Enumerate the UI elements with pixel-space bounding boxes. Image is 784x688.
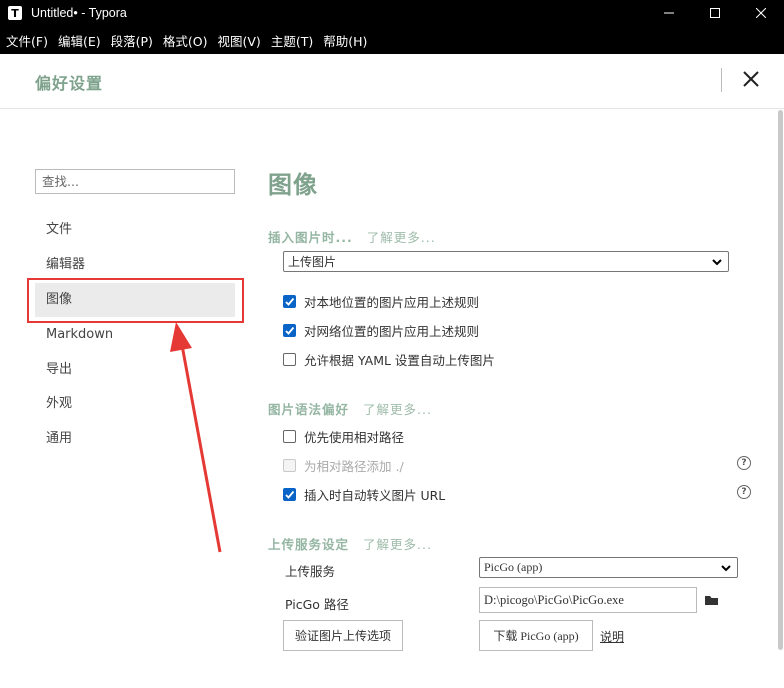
checkbox-local-images[interactable]: [283, 295, 296, 308]
preferences-header: 偏好设置: [0, 54, 784, 109]
preferences-title: 偏好设置: [35, 74, 104, 93]
help-icon[interactable]: ?: [737, 485, 751, 499]
image-syntax-heading: 图片语法偏好 了解更多...: [268, 399, 432, 418]
insert-image-select[interactable]: 上传图片: [283, 251, 729, 272]
learn-more-link[interactable]: 了解更多...: [363, 399, 432, 418]
sidebar-item-editor[interactable]: 编辑器: [35, 248, 235, 282]
close-preferences-button[interactable]: [738, 66, 764, 92]
option-dot-slash: 为相对路径添加 ./: [283, 456, 404, 475]
checkbox-network-images[interactable]: [283, 324, 296, 337]
option-yaml-upload[interactable]: 允许根据 YAML 设置自动上传图片: [283, 350, 495, 369]
checkbox-escape-url[interactable]: [283, 488, 296, 501]
upload-service-select[interactable]: PicGo (app): [479, 557, 738, 578]
picgo-path-input[interactable]: D:\picogo\PicGo\PicGo.exe: [479, 587, 697, 613]
option-network-images-label: 对网络位置的图片应用上述规则: [304, 324, 480, 339]
menu-theme[interactable]: 主题(T): [267, 31, 317, 50]
menu-help[interactable]: 帮助(H): [319, 31, 371, 50]
menu-view[interactable]: 视图(V): [214, 31, 265, 50]
insert-image-heading-label: 插入图片时...: [268, 230, 353, 245]
menu-bar: 文件(F) 编辑(E) 段落(P) 格式(O) 视图(V) 主题(T) 帮助(H…: [0, 26, 784, 54]
sidebar-item-appearance[interactable]: 外观: [35, 387, 235, 421]
checkbox-dot-slash: [283, 459, 296, 472]
download-picgo-button[interactable]: 下载 PicGo (app): [479, 620, 593, 651]
help-icon[interactable]: ?: [737, 456, 751, 470]
insert-image-select-value: 上传图片: [288, 255, 337, 269]
checkbox-yaml-upload[interactable]: [283, 353, 296, 366]
maximize-icon: [710, 8, 720, 18]
help-link[interactable]: 说明: [600, 628, 624, 645]
minimize-icon: [664, 12, 674, 14]
learn-more-link[interactable]: 了解更多...: [363, 534, 432, 553]
checkbox-relative-path[interactable]: [283, 430, 296, 443]
sidebar-item-file[interactable]: 文件: [35, 213, 235, 247]
image-syntax-heading-label: 图片语法偏好: [268, 402, 350, 417]
checkmark-icon: [285, 326, 295, 335]
chevron-down-icon: [721, 565, 731, 572]
option-relative-path-label: 优先使用相对路径: [304, 430, 405, 445]
menu-edit[interactable]: 编辑(E): [54, 31, 105, 50]
upload-service-heading-label: 上传服务设定: [268, 537, 350, 552]
menu-file[interactable]: 文件(F): [2, 31, 52, 50]
checkmark-icon: [285, 490, 295, 499]
window-controls: [646, 0, 784, 26]
menu-paragraph[interactable]: 段落(P): [107, 31, 157, 50]
window-title: Untitled• - Typora: [31, 6, 127, 20]
typora-app-icon: T: [8, 6, 22, 20]
sidebar-item-export[interactable]: 导出: [35, 353, 235, 387]
insert-image-heading: 插入图片时... 了解更多...: [268, 227, 436, 246]
checkmark-icon: [285, 297, 295, 306]
search-input[interactable]: [35, 169, 235, 194]
header-divider: [721, 68, 722, 92]
option-escape-url[interactable]: 插入时自动转义图片 URL: [283, 485, 445, 504]
scrollbar[interactable]: [778, 110, 783, 650]
window-close-button[interactable]: [738, 0, 784, 26]
maximize-button[interactable]: [692, 0, 738, 26]
upload-service-select-value: PicGo (app): [484, 560, 543, 574]
close-icon: [743, 71, 759, 87]
learn-more-link[interactable]: 了解更多...: [367, 227, 436, 246]
sidebar-item-general[interactable]: 通用: [35, 422, 235, 456]
upload-service-heading: 上传服务设定 了解更多...: [268, 534, 432, 553]
menu-format[interactable]: 格式(O): [159, 31, 212, 50]
option-relative-path[interactable]: 优先使用相对路径: [283, 427, 404, 446]
section-title: 图像: [268, 171, 318, 199]
option-yaml-upload-label: 允许根据 YAML 设置自动上传图片: [304, 353, 495, 368]
option-network-images[interactable]: 对网络位置的图片应用上述规则: [283, 321, 479, 340]
option-local-images-label: 对本地位置的图片应用上述规则: [304, 295, 480, 310]
close-icon: [756, 8, 766, 18]
option-local-images[interactable]: 对本地位置的图片应用上述规则: [283, 292, 479, 311]
title-bar: T Untitled• - Typora: [0, 0, 784, 26]
upload-service-label: 上传服务: [285, 564, 336, 579]
folder-icon[interactable]: [705, 595, 719, 606]
sidebar-item-markdown[interactable]: Markdown: [35, 318, 235, 352]
option-escape-url-label: 插入时自动转义图片 URL: [304, 488, 446, 503]
option-dot-slash-label: 为相对路径添加 ./: [304, 459, 404, 474]
minimize-button[interactable]: [646, 0, 692, 26]
verify-upload-button[interactable]: 验证图片上传选项: [283, 620, 403, 651]
annotation-highlight-box: [27, 278, 244, 323]
picgo-path-label: PicGo 路径: [285, 597, 349, 612]
chevron-down-icon: [712, 259, 722, 266]
